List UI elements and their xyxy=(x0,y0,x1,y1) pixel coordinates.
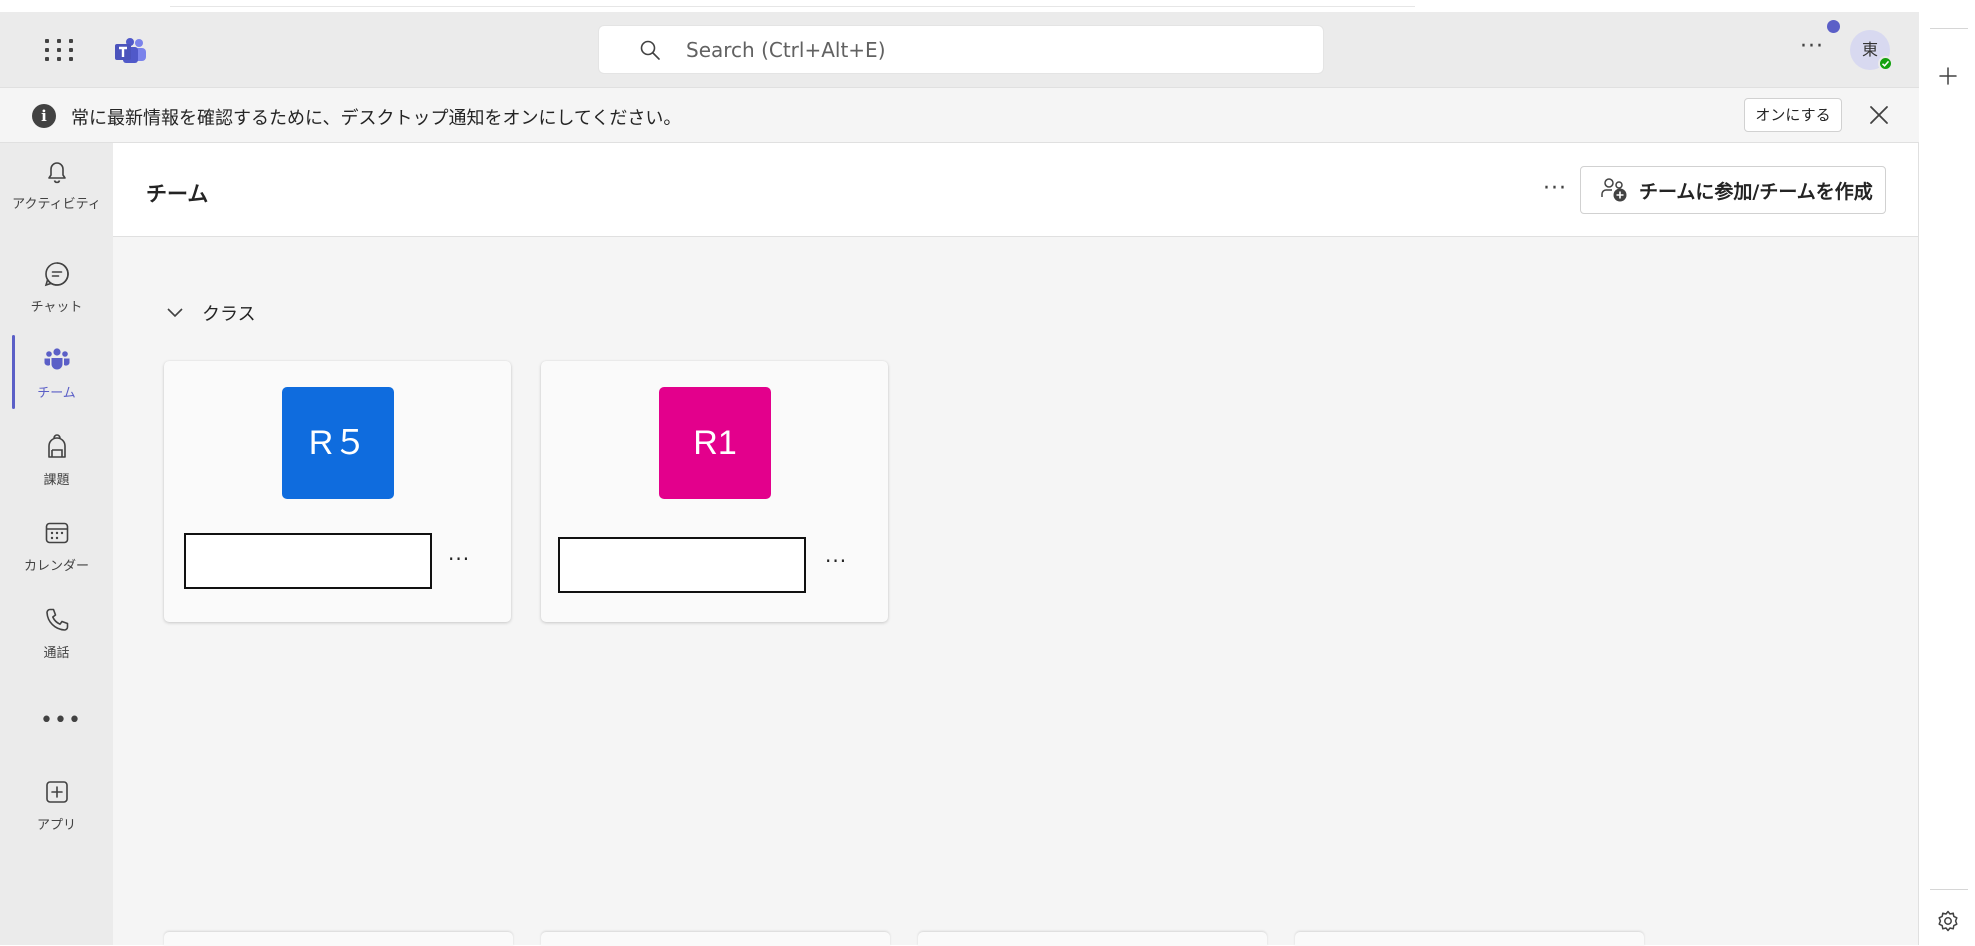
rail-item-chat[interactable]: チャット xyxy=(0,254,113,332)
team-tile: R５ xyxy=(282,387,394,499)
rail-label: カレンダー xyxy=(23,559,89,574)
rail-item-activity[interactable]: アクティビティ xyxy=(0,151,113,229)
close-icon[interactable] xyxy=(1866,102,1892,128)
backpack-icon xyxy=(48,434,66,458)
page-title: チーム xyxy=(146,182,209,206)
teams-logo-icon xyxy=(115,38,146,63)
browser-side-panel xyxy=(1920,12,1975,945)
notification-dot xyxy=(1827,20,1840,33)
presence-available-icon xyxy=(1878,56,1893,71)
more-options-button[interactable]: ··· xyxy=(1543,176,1567,201)
main-content: チーム ··· チームに参加/チームを作成 クラス R５ ··· R1 ··· xyxy=(113,143,1918,945)
app-bar: アクティビティ チャット チーム 課題 カレンダー 通話 ••• アプリ xyxy=(0,143,113,945)
team-card-partial[interactable] xyxy=(541,932,890,946)
section-toggle-classes[interactable]: クラス xyxy=(166,300,256,326)
rail-label: チーム xyxy=(37,386,76,401)
rail-label: 課題 xyxy=(43,473,70,488)
team-tile: R1 xyxy=(659,387,771,499)
rail-label: 通話 xyxy=(43,646,70,661)
chevron-down-icon xyxy=(167,308,183,318)
plus-icon[interactable] xyxy=(1937,65,1959,87)
search-icon xyxy=(640,40,660,60)
search-input[interactable]: Search (Ctrl+Alt+E) xyxy=(598,25,1324,74)
rail-item-teams[interactable]: チーム xyxy=(0,340,113,418)
team-card-partial[interactable] xyxy=(918,932,1267,946)
phone-icon xyxy=(46,608,69,631)
rail-label: アプリ xyxy=(36,818,76,833)
join-button-label: チームに参加/チームを作成 xyxy=(1639,180,1873,203)
rail-label: アクティビティ xyxy=(12,197,101,212)
rail-item-calls[interactable]: 通話 xyxy=(0,600,113,678)
team-card[interactable]: R1 ··· xyxy=(541,361,888,622)
teams-icon xyxy=(44,348,70,370)
chat-icon xyxy=(44,262,69,287)
team-card-partial[interactable] xyxy=(164,932,513,946)
add-app-icon xyxy=(46,781,68,803)
section-label: クラス xyxy=(202,304,256,325)
search-placeholder: Search (Ctrl+Alt+E) xyxy=(686,37,886,62)
app-launcher-icon[interactable] xyxy=(44,36,76,64)
content-header: チーム ··· チームに参加/チームを作成 xyxy=(113,143,1918,237)
notification-banner: i 常に最新情報を確認するために、デスクトップ通知をオンにしてください。 オンに… xyxy=(0,87,1919,143)
gear-icon[interactable] xyxy=(1936,909,1960,933)
calendar-icon xyxy=(45,522,69,544)
rail-item-assignments[interactable]: 課題 xyxy=(0,427,113,505)
team-more-button[interactable]: ··· xyxy=(448,547,470,571)
browser-edge xyxy=(0,0,1975,12)
banner-message: 常に最新情報を確認するために、デスクトップ通知をオンにしてください。 xyxy=(71,108,682,129)
rail-item-calendar[interactable]: カレンダー xyxy=(0,513,113,591)
settings-more-button[interactable]: ··· xyxy=(1800,34,1824,59)
rail-label: チャット xyxy=(30,300,83,315)
top-bar: Search (Ctrl+Alt+E) ··· 東 xyxy=(0,12,1919,87)
enable-notifications-button[interactable]: オンにする xyxy=(1744,98,1842,132)
rail-item-apps[interactable]: アプリ xyxy=(0,772,113,850)
team-more-button[interactable]: ··· xyxy=(825,549,847,573)
bell-icon xyxy=(48,162,66,184)
team-name-redacted xyxy=(558,537,806,593)
more-apps-button[interactable]: ••• xyxy=(40,708,82,733)
info-icon: i xyxy=(32,104,56,128)
people-add-icon xyxy=(1601,178,1627,202)
teams-app: Search (Ctrl+Alt+E) ··· 東 i 常に最新情報を確認するた… xyxy=(0,12,1919,945)
join-or-create-team-button[interactable]: チームに参加/チームを作成 xyxy=(1580,166,1886,214)
team-card[interactable]: R５ ··· xyxy=(164,361,511,622)
team-name-redacted xyxy=(184,533,432,589)
team-card-partial[interactable] xyxy=(1295,932,1644,946)
